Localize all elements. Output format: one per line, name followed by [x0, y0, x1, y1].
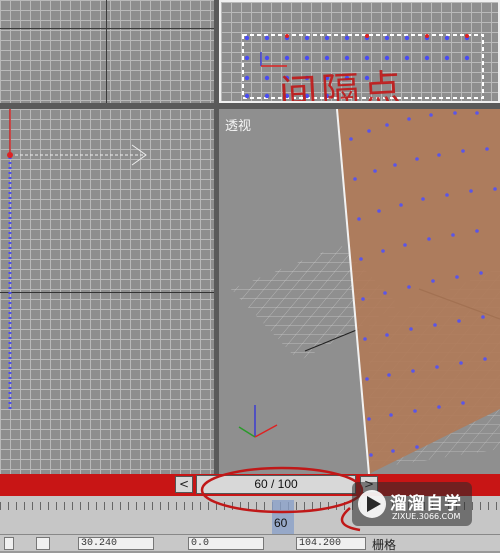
viewport-left[interactable]: [0, 109, 214, 474]
plane-object: [337, 109, 500, 474]
x-coordinate-field[interactable]: 30.240: [78, 537, 154, 550]
status-bar: 30.240 0.0 104.200 栅格: [0, 534, 500, 552]
watermark-subtitle: ZIXUE.3066.COM: [392, 512, 461, 521]
viewport-perspective[interactable]: 透视: [219, 109, 500, 474]
absolute-mode-icon[interactable]: [36, 537, 50, 550]
prev-frame-button[interactable]: <: [175, 476, 193, 493]
viewport-front[interactable]: 间隔点: [219, 0, 500, 103]
lock-icon[interactable]: [4, 537, 14, 550]
grid-label: 栅格: [372, 538, 397, 552]
viewport-top[interactable]: [0, 0, 214, 103]
perspective-axis-gizmo: [238, 405, 278, 438]
watermark-title: 溜溜自学: [390, 494, 462, 514]
y-coordinate-field[interactable]: 0.0: [188, 537, 264, 550]
perspective-scene-svg: [231, 109, 500, 474]
z-coordinate-field[interactable]: 104.200: [296, 537, 366, 550]
left-points-svg: [7, 109, 147, 409]
ruler-frame-number: 60: [274, 516, 288, 530]
time-slider-handle[interactable]: 60 / 100: [196, 475, 356, 494]
annotation-text: 间隔点: [278, 65, 407, 103]
